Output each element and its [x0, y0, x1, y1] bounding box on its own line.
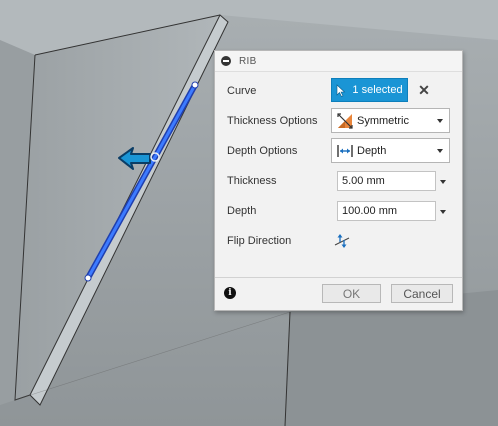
depth-options-value: Depth	[357, 144, 387, 157]
depth-icon	[337, 144, 353, 157]
dialog-footer: i OK Cancel	[215, 277, 462, 310]
depth-options-dropdown[interactable]: Depth	[331, 138, 450, 163]
depth-dropdown-icon[interactable]	[440, 210, 446, 214]
chevron-down-icon	[437, 148, 443, 153]
depth-label: Depth	[227, 205, 257, 217]
flip-direction-label: Flip Direction	[227, 235, 292, 247]
curve-row: Curve	[227, 79, 256, 103]
clear-selection-icon[interactable]: ✕	[417, 81, 431, 99]
ok-button[interactable]: OK	[322, 284, 381, 303]
curve-selection-text: 1 selected	[352, 84, 403, 96]
thickness-options-dropdown[interactable]: Symmetric	[331, 108, 450, 133]
depth-input[interactable]	[337, 201, 436, 221]
depth-row: Depth	[227, 199, 256, 223]
depth-options-label: Depth Options	[227, 145, 298, 157]
dialog-title: RIB	[239, 55, 257, 67]
curve-endpoint-bottom[interactable]	[84, 274, 92, 282]
collapse-icon[interactable]	[221, 56, 231, 66]
curve-endpoint-top[interactable]	[191, 81, 199, 89]
symmetric-icon	[337, 112, 353, 129]
depth-options-row: Depth Options	[227, 139, 297, 163]
thickness-options-value: Symmetric	[357, 114, 409, 127]
dialog-header: RIB	[215, 51, 462, 72]
thickness-dropdown-icon[interactable]	[440, 180, 446, 184]
cancel-button[interactable]: Cancel	[391, 284, 453, 303]
thickness-label: Thickness	[227, 175, 277, 187]
thickness-input[interactable]	[337, 171, 436, 191]
flip-direction-icon[interactable]	[333, 233, 351, 249]
thickness-options-label: Thickness Options	[227, 115, 318, 127]
flip-direction-row: Flip Direction	[227, 229, 291, 253]
cursor-icon	[337, 83, 346, 97]
rib-dialog: RIB Curve 1 selected ✕ Thickness Options…	[214, 50, 463, 311]
curve-selection-button[interactable]: 1 selected	[331, 78, 408, 102]
thickness-row: Thickness	[227, 169, 277, 193]
chevron-down-icon	[437, 118, 443, 123]
thickness-options-row: Thickness Options	[227, 109, 317, 133]
info-icon[interactable]: i	[224, 287, 236, 299]
curve-label: Curve	[227, 85, 257, 97]
